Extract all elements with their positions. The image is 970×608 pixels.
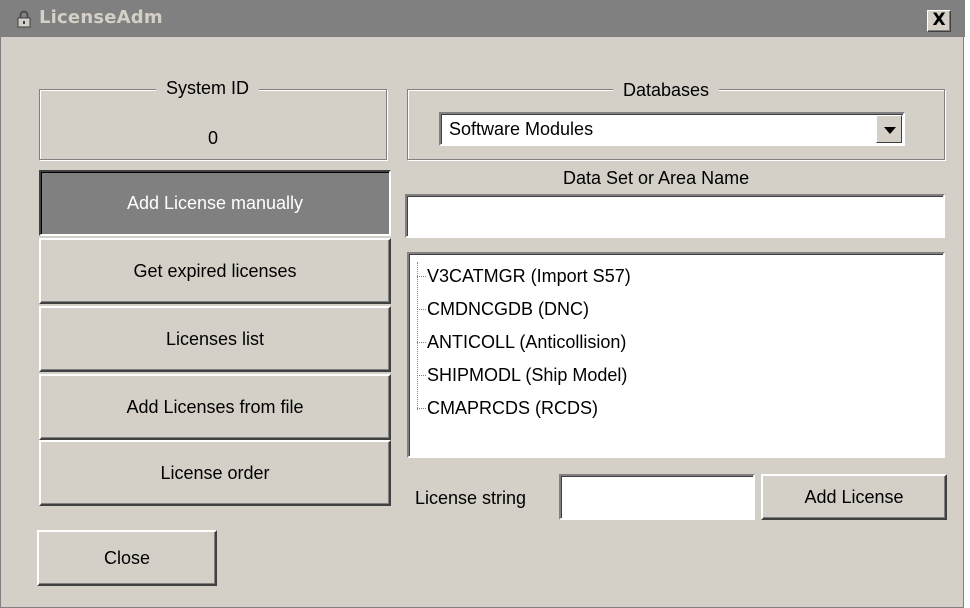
tree-item[interactable]: ANTICOLL (Anticollision) bbox=[409, 326, 943, 359]
add-license-manually-button[interactable]: Add License manually bbox=[39, 170, 391, 236]
license-order-button[interactable]: License order bbox=[39, 440, 391, 506]
system-id-label: System ID bbox=[156, 78, 260, 99]
license-admin-window: LicenseAdm X System ID 0 Add License man… bbox=[0, 0, 965, 608]
license-string-input[interactable] bbox=[559, 474, 755, 520]
databases-select[interactable]: Software Modules bbox=[439, 112, 905, 146]
system-id-group: System ID 0 bbox=[39, 78, 387, 160]
close-button[interactable]: Close bbox=[37, 530, 217, 586]
tree-item[interactable]: SHIPMODL (Ship Model) bbox=[409, 359, 943, 392]
dataset-name-input[interactable] bbox=[405, 194, 945, 238]
databases-selected-value: Software Modules bbox=[449, 119, 594, 139]
tree-item[interactable]: CMAPRCDS (RCDS) bbox=[409, 392, 943, 425]
add-licenses-from-file-button[interactable]: Add Licenses from file bbox=[39, 374, 391, 440]
window-title: LicenseAdm bbox=[39, 7, 163, 28]
tree-item[interactable]: V3CATMGR (Import S57) bbox=[409, 260, 943, 293]
lock-icon bbox=[17, 10, 31, 28]
tree-item[interactable]: CMDNCGDB (DNC) bbox=[409, 293, 943, 326]
add-license-button[interactable]: Add License bbox=[761, 474, 947, 520]
get-expired-licenses-button[interactable]: Get expired licenses bbox=[39, 238, 391, 304]
chevron-down-icon[interactable] bbox=[876, 115, 902, 143]
license-string-label: License string bbox=[415, 488, 527, 508]
title-close-button[interactable]: X bbox=[927, 10, 951, 32]
licenses-list-button[interactable]: Licenses list bbox=[39, 306, 391, 372]
title-bar[interactable]: LicenseAdm X bbox=[1, 0, 965, 37]
dataset-label: Data Set or Area Name bbox=[563, 168, 750, 188]
system-id-value: 0 bbox=[207, 128, 218, 148]
databases-label: Databases bbox=[613, 80, 720, 101]
modules-tree[interactable]: V3CATMGR (Import S57) CMDNCGDB (DNC) ANT… bbox=[407, 252, 945, 458]
